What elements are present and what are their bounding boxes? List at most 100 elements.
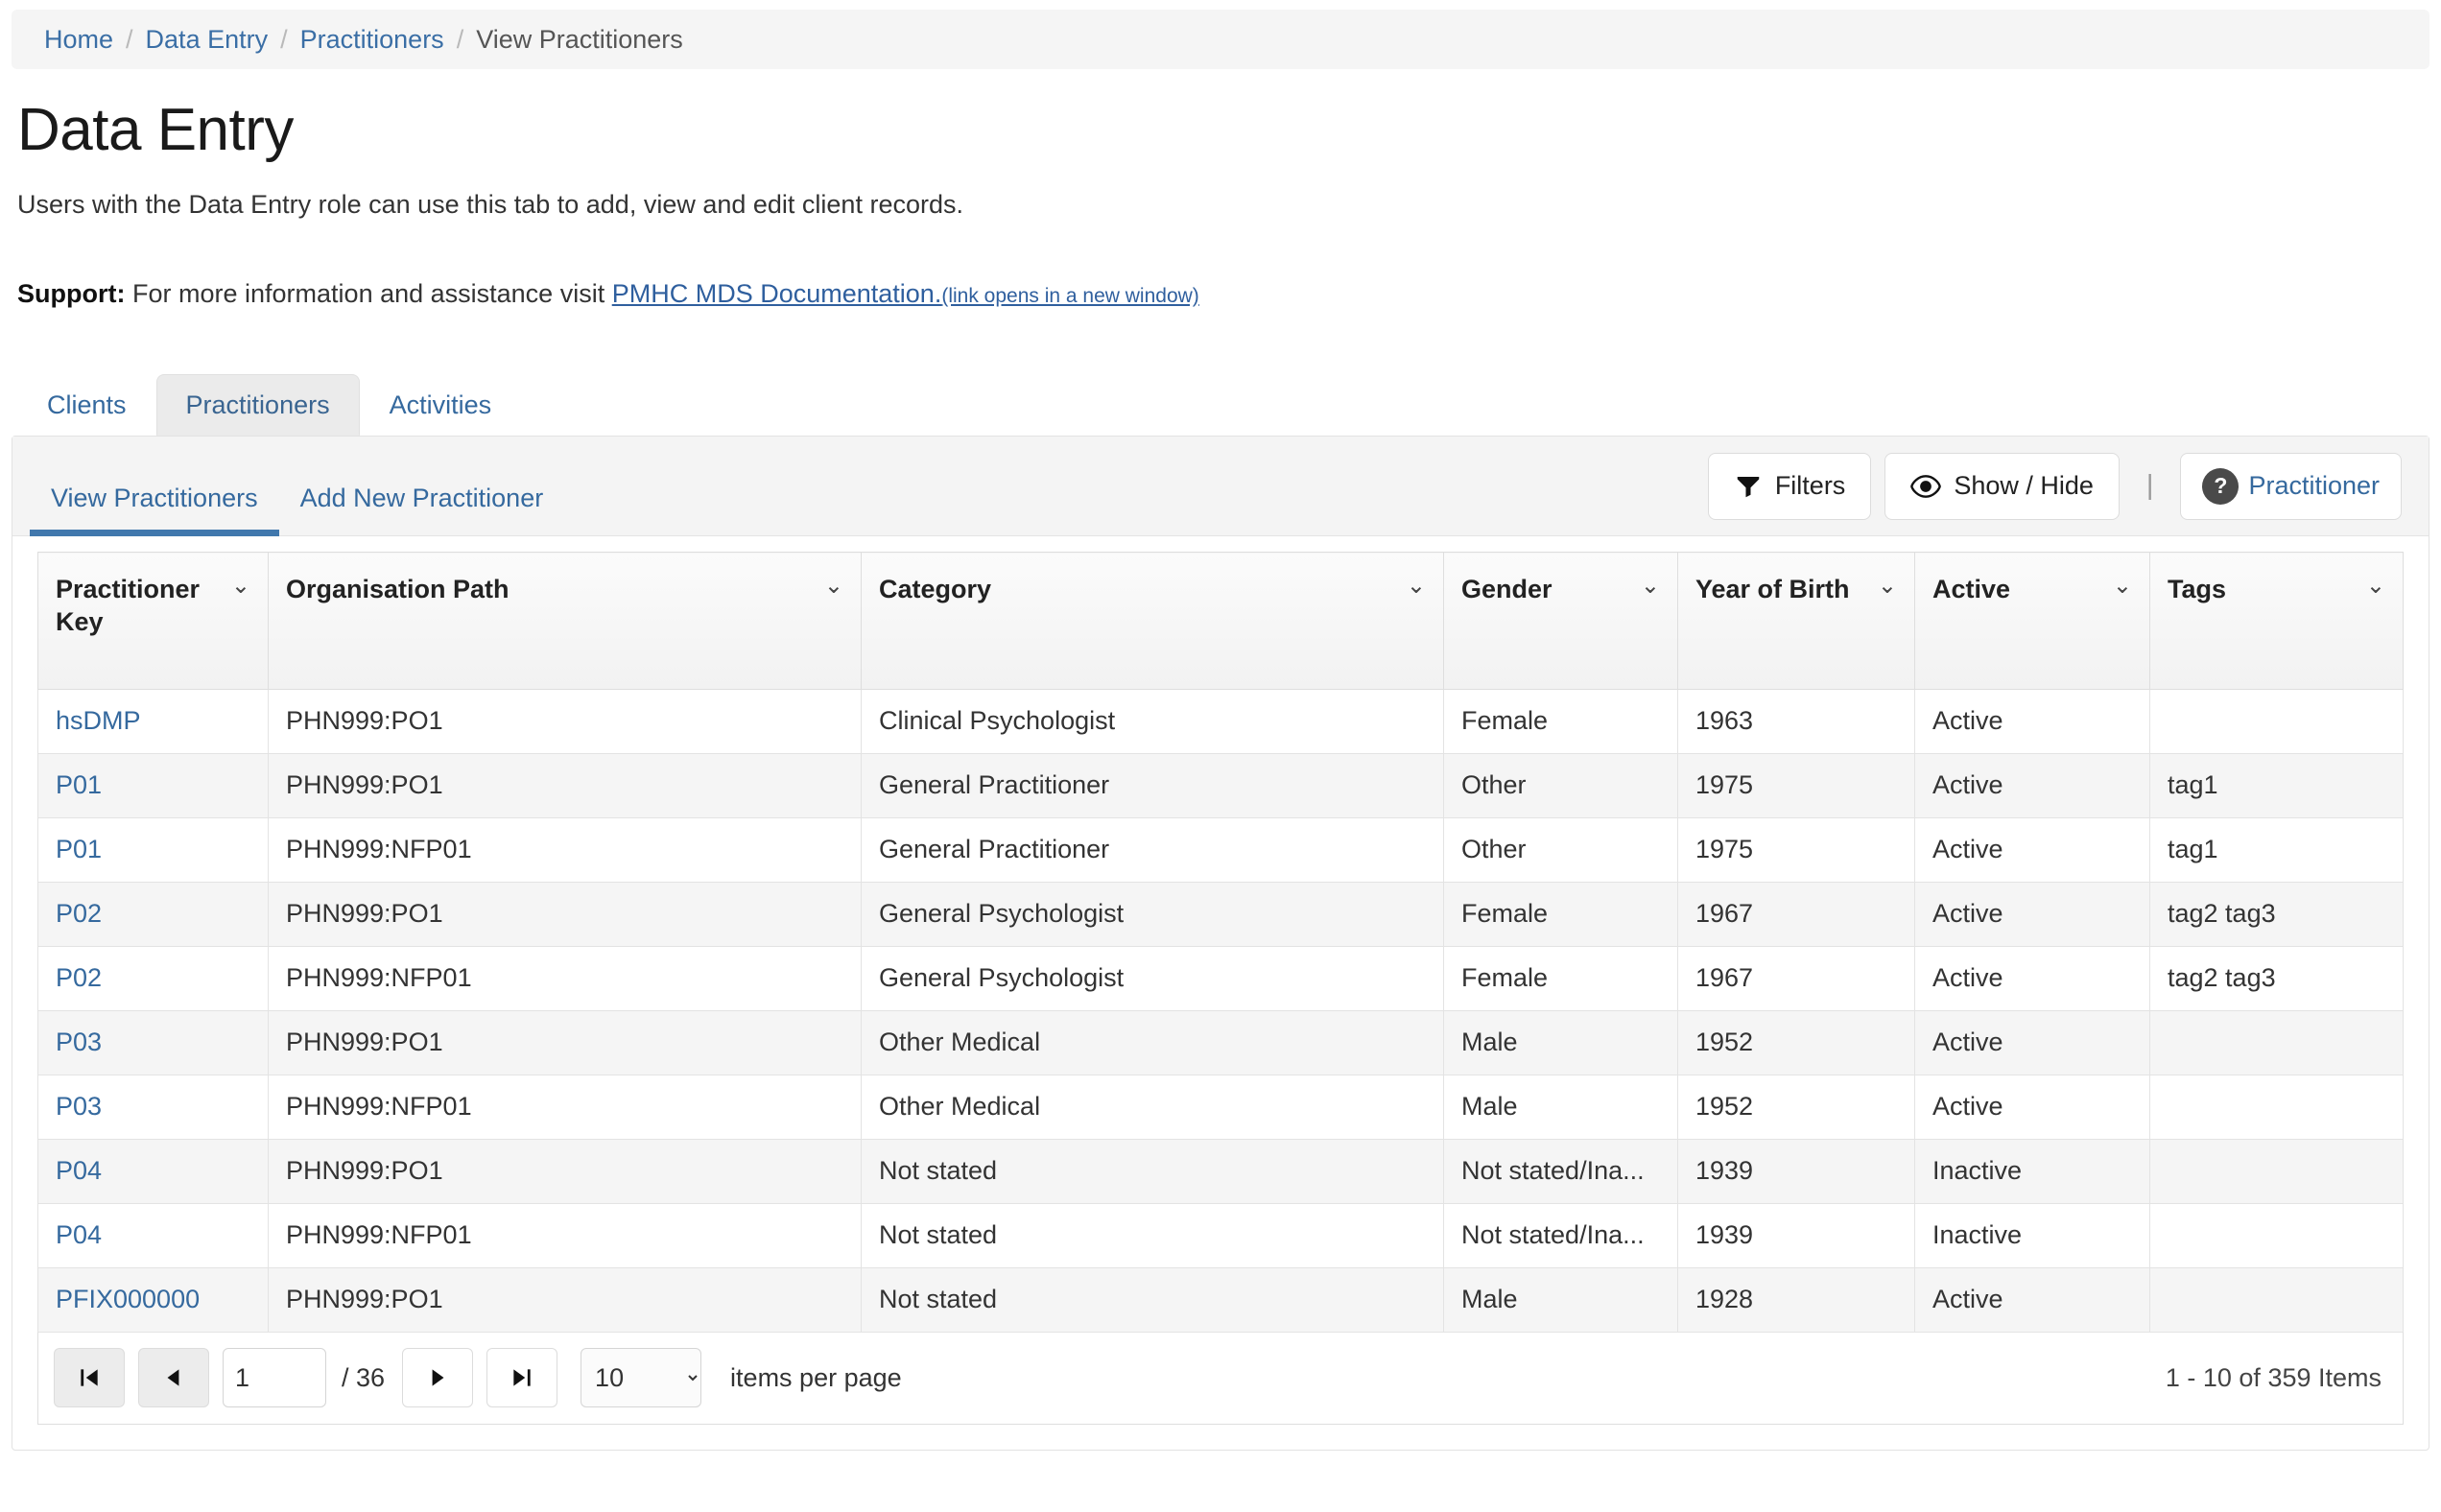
cell-year-of-birth: 1952 [1677, 1009, 1915, 1075]
prev-page-icon [161, 1365, 186, 1390]
tab-clients[interactable]: Clients [17, 374, 156, 436]
chevron-down-icon[interactable]: ⌄ [1403, 573, 1426, 599]
breadcrumb-item-home[interactable]: Home [44, 25, 113, 55]
eye-icon [1910, 473, 1942, 500]
item-range-label: 1 - 10 of 359 Items [2165, 1362, 2382, 1392]
chevron-down-icon[interactable]: ⌄ [1874, 573, 1897, 599]
table-row: PFIX000000 PHN999:PO1 Not stated Male 19… [37, 1266, 2404, 1333]
cell-tags [2149, 1266, 2404, 1333]
practitioner-key-link[interactable]: P02 [56, 899, 102, 928]
cell-practitioner-key: P02 [37, 881, 269, 947]
chevron-down-icon[interactable]: ⌄ [2362, 573, 2385, 599]
column-header-tags[interactable]: Tags ⌄ [2149, 552, 2404, 690]
column-header-gender[interactable]: Gender ⌄ [1443, 552, 1678, 690]
practitioner-key-link[interactable]: P03 [56, 1028, 102, 1056]
cell-gender: Male [1443, 1266, 1678, 1333]
cell-category: Not stated [861, 1266, 1444, 1333]
tab-practitioners[interactable]: Practitioners [155, 374, 360, 437]
support-link-note: (link opens in a new window) [941, 285, 1199, 308]
cell-gender: Male [1443, 1009, 1678, 1075]
practitioner-help-label: Practitioner [2248, 471, 2380, 501]
column-header-practitioner-key[interactable]: Practitioner Key ⌄ [37, 552, 269, 690]
items-per-page-select[interactable]: 10 20 50 100 [581, 1348, 702, 1408]
cell-active: Active [1914, 816, 2150, 883]
practitioner-key-link[interactable]: P01 [56, 770, 102, 799]
support-label: Support: [17, 279, 126, 309]
items-per-page-label: items per page [730, 1362, 902, 1392]
cell-active: Inactive [1914, 1202, 2150, 1268]
table-row: P04 PHN999:NFP01 Not stated Not stated/I… [37, 1202, 2404, 1268]
practitioner-help-button[interactable]: ? Practitioner [2180, 452, 2402, 520]
column-header-label: Category [879, 575, 992, 604]
support-link-text: PMHC MDS Documentation. [611, 279, 942, 309]
breadcrumb-item-data-entry[interactable]: Data Entry [146, 25, 269, 55]
column-header-label: Practitioner Key [56, 575, 201, 636]
practitioner-key-link[interactable]: P03 [56, 1092, 102, 1121]
column-header-year-of-birth[interactable]: Year of Birth ⌄ [1677, 552, 1915, 690]
pmhc-mds-documentation-link[interactable]: PMHC MDS Documentation.(link opens in a … [612, 279, 1199, 308]
practitioner-key-link[interactable]: P04 [56, 1220, 102, 1249]
cell-gender: Female [1443, 688, 1678, 754]
total-pages-label: / 36 [342, 1362, 386, 1392]
cell-tags [2149, 1009, 2404, 1075]
cell-tags [2149, 1074, 2404, 1140]
breadcrumb-separator: / [456, 24, 464, 54]
column-header-category[interactable]: Category ⌄ [861, 552, 1444, 690]
cell-active: Active [1914, 1074, 2150, 1140]
breadcrumb-item-practitioners[interactable]: Practitioners [300, 25, 444, 55]
cell-practitioner-key: P01 [37, 816, 269, 883]
cell-practitioner-key: PFIX000000 [37, 1266, 269, 1333]
practitioner-key-link[interactable]: hsDMP [56, 706, 141, 735]
subnav-bar: View Practitioners Add New Practitioner … [12, 437, 2429, 537]
cell-year-of-birth: 1975 [1677, 816, 1915, 883]
cell-organisation-path: PHN999:PO1 [268, 688, 862, 754]
tab-activities[interactable]: Activities [360, 374, 522, 436]
page-number-input[interactable] [223, 1348, 326, 1408]
pagination-controls: / 36 [54, 1348, 902, 1408]
practitioner-key-link[interactable]: P04 [56, 1156, 102, 1185]
cell-year-of-birth: 1975 [1677, 752, 1915, 818]
last-page-button[interactable] [486, 1348, 558, 1408]
previous-page-button[interactable] [138, 1348, 209, 1408]
chevron-down-icon[interactable]: ⌄ [1637, 573, 1660, 599]
chevron-down-icon[interactable]: ⌄ [820, 573, 843, 599]
column-header-active[interactable]: Active ⌄ [1914, 552, 2150, 690]
practitioners-panel: View Practitioners Add New Practitioner … [12, 436, 2429, 1451]
table-body: hsDMP PHN999:PO1 Clinical Psychologist F… [37, 688, 2404, 1333]
chevron-down-icon[interactable]: ⌄ [227, 573, 250, 599]
cell-category: Other Medical [861, 1009, 1444, 1075]
cell-organisation-path: PHN999:PO1 [268, 752, 862, 818]
subnav-item-add-new-practitioner[interactable]: Add New Practitioner [279, 484, 565, 536]
pagination-bar: / 36 [37, 1332, 2404, 1425]
cell-tags: tag2 tag3 [2149, 881, 2404, 947]
cell-year-of-birth: 1939 [1677, 1202, 1915, 1268]
practitioner-key-link[interactable]: PFIX000000 [56, 1285, 200, 1313]
cell-active: Active [1914, 945, 2150, 1011]
practitioner-key-link[interactable]: P02 [56, 963, 102, 992]
page-root: Home / Data Entry / Practitioners / View… [0, 0, 2441, 1512]
subnav-item-view-practitioners[interactable]: View Practitioners [30, 484, 279, 536]
cell-tags [2149, 1138, 2404, 1204]
page-title: Data Entry [17, 97, 294, 163]
cell-category: Other Medical [861, 1074, 1444, 1140]
cell-tags [2149, 1202, 2404, 1268]
cell-gender: Other [1443, 816, 1678, 883]
cell-category: General Psychologist [861, 945, 1444, 1011]
cell-practitioner-key: P01 [37, 752, 269, 818]
practitioner-key-link[interactable]: P01 [56, 835, 102, 863]
last-page-icon [510, 1365, 534, 1390]
show-hide-button[interactable]: Show / Hide [1884, 452, 2120, 520]
column-header-organisation-path[interactable]: Organisation Path ⌄ [268, 552, 862, 690]
filters-button[interactable]: Filters [1707, 452, 1872, 520]
next-page-button[interactable] [402, 1348, 474, 1408]
cell-organisation-path: PHN999:NFP01 [268, 816, 862, 883]
cell-practitioner-key: P02 [37, 945, 269, 1011]
table-row: P03 PHN999:PO1 Other Medical Male 1952 A… [37, 1009, 2404, 1075]
cell-category: General Practitioner [861, 816, 1444, 883]
first-page-button[interactable] [54, 1348, 125, 1408]
cell-organisation-path: PHN999:PO1 [268, 1138, 862, 1204]
cell-category: General Psychologist [861, 881, 1444, 947]
cell-organisation-path: PHN999:PO1 [268, 1266, 862, 1333]
column-header-label: Gender [1461, 575, 1552, 604]
chevron-down-icon[interactable]: ⌄ [2109, 573, 2132, 599]
